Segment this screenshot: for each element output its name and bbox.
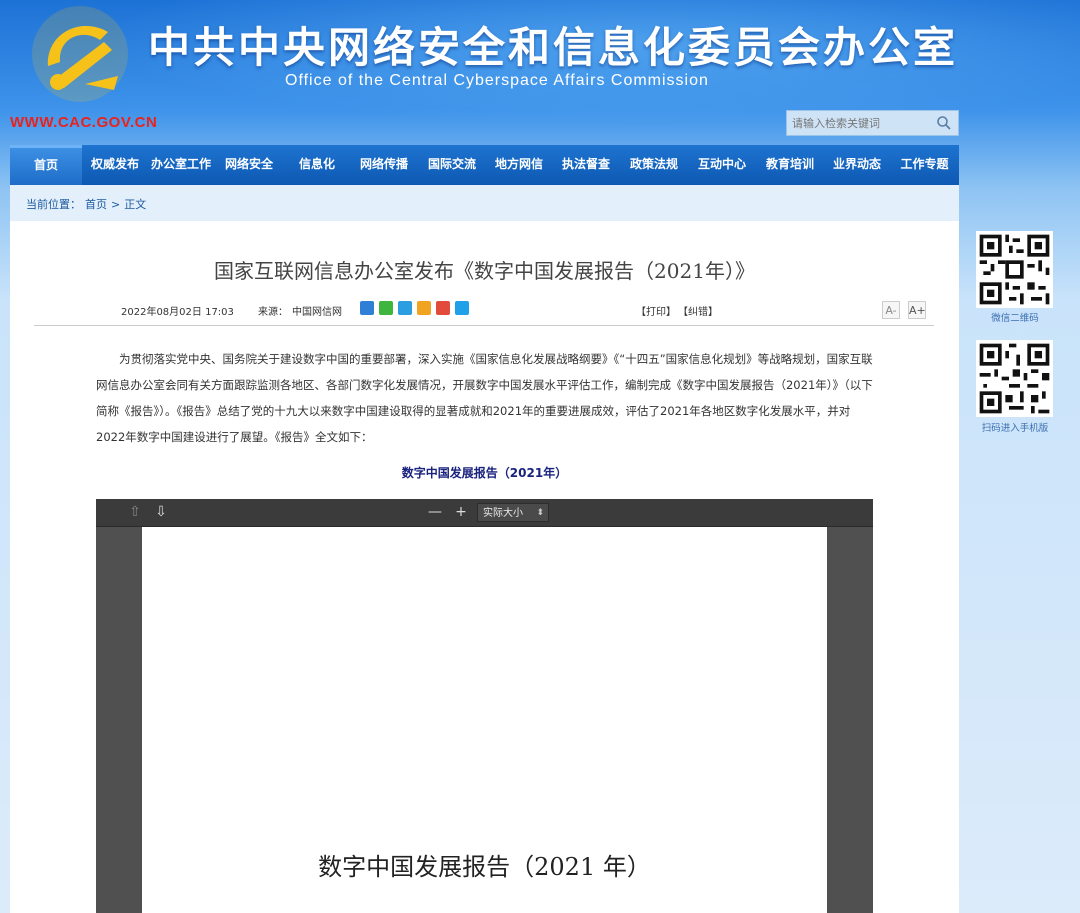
zoom-select-value: 实际大小 xyxy=(483,508,523,519)
breadcrumb-bar: 当前位置： 首页 > 正文 xyxy=(10,185,959,221)
mobile-qr-code xyxy=(976,340,1053,417)
report-subheading: 数字中国发展报告（2021年） xyxy=(401,466,568,480)
font-increase-button[interactable]: A+ xyxy=(908,301,926,319)
pdf-page: 数字中国发展报告（2021 年） xyxy=(142,527,827,913)
nav-item-informatization[interactable]: 信息化 xyxy=(284,145,350,185)
nav-item-enforcement[interactable]: 执法督查 xyxy=(552,145,620,185)
main-nav: 首页 权威发布 办公室工作 网络安全 信息化 网络传播 国际交流 地方网信 执法… xyxy=(10,145,959,185)
share-favorite-icon[interactable] xyxy=(417,301,431,315)
share-wechat-icon[interactable] xyxy=(379,301,393,315)
prev-page-icon[interactable]: ⇧ xyxy=(126,503,144,521)
share-weibo-icon[interactable] xyxy=(436,301,450,315)
nav-item-topics[interactable]: 工作专题 xyxy=(890,145,959,185)
article-body: 为贯彻落实党中央、国务院关于建设数字中国的重要部署，深入实施《国家信息化发展战略… xyxy=(96,352,873,444)
select-arrow-icon: ⬍ xyxy=(536,508,544,518)
breadcrumb-current: 正文 xyxy=(124,198,147,211)
nav-item-international[interactable]: 国际交流 xyxy=(418,145,486,185)
source-label: 来源： xyxy=(258,307,288,318)
nav-item-office-work[interactable]: 办公室工作 xyxy=(148,145,214,185)
share-qq-icon[interactable] xyxy=(455,301,469,315)
site-header: 中共中央网络安全和信息化委员会办公室 Office of the Central… xyxy=(0,0,1080,140)
site-title: 中共中央网络安全和信息化委员会办公室 xyxy=(148,23,959,72)
breadcrumb-prefix: 当前位置： xyxy=(26,198,81,211)
wechat-qr-label: 微信二维码 xyxy=(991,313,1039,324)
mobile-qr-label: 扫码进入手机版 xyxy=(981,423,1049,434)
publish-date: 2022年08月02日 17:03 xyxy=(121,307,234,318)
pdf-toolbar: ⇧ ⇩ — + 实际大小 ⬍ xyxy=(96,499,873,527)
search-box xyxy=(786,110,959,136)
nav-item-industry[interactable]: 业界动态 xyxy=(824,145,890,185)
print-link[interactable]: 【打印】 xyxy=(636,303,676,318)
report-error-link[interactable]: 【纠错】 xyxy=(678,303,718,318)
next-page-icon[interactable]: ⇩ xyxy=(152,503,170,521)
nav-item-education[interactable]: 教育培训 xyxy=(756,145,824,185)
nav-item-policy[interactable]: 政策法规 xyxy=(620,145,688,185)
search-icon[interactable] xyxy=(936,115,952,131)
share-buttons xyxy=(360,301,474,317)
nav-item-authoritative[interactable]: 权威发布 xyxy=(82,145,148,185)
content-panel: 当前位置： 首页 > 正文 国家互联网信息办公室发布《数字中国发展报告（2021年）》… xyxy=(10,185,959,913)
source-name: 中国网信网 xyxy=(292,307,342,318)
zoom-select[interactable]: 实际大小 ⬍ xyxy=(477,503,549,522)
breadcrumb: 当前位置： 首页 > 正文 xyxy=(26,196,150,212)
search-input[interactable] xyxy=(787,111,940,135)
pdf-page-title: 数字中国发展报告（2021 年） xyxy=(318,853,651,881)
font-decrease-button[interactable]: A- xyxy=(882,301,900,319)
share-plus-icon[interactable] xyxy=(360,301,374,315)
breadcrumb-home-link[interactable]: 首页 xyxy=(85,198,107,211)
nav-item-home[interactable]: 首页 xyxy=(10,145,82,185)
nav-item-interaction[interactable]: 互动中心 xyxy=(688,145,756,185)
zoom-out-button[interactable]: — xyxy=(426,503,444,521)
share-qzone-icon[interactable] xyxy=(398,301,412,315)
site-subtitle: Office of the Central Cyberspace Affairs… xyxy=(285,72,709,89)
pdf-viewer: ⇧ ⇩ — + 实际大小 ⬍ 数字中国发展报告（2021 年） xyxy=(96,499,873,913)
nav-item-cybersecurity[interactable]: 网络安全 xyxy=(214,145,284,185)
breadcrumb-separator: > xyxy=(111,198,121,211)
article-title: 国家互联网信息办公室发布《数字中国发展报告（2021年）》 xyxy=(214,259,755,283)
nav-item-communication[interactable]: 网络传播 xyxy=(350,145,418,185)
wechat-qr-code xyxy=(976,231,1053,308)
nav-item-local[interactable]: 地方网信 xyxy=(486,145,552,185)
article-meta: 2022年08月02日 17:03 来源： 中国网信网 【打印】 【纠错】 A-… xyxy=(10,301,959,321)
site-url[interactable]: WWW.CAC.GOV.CN xyxy=(10,114,157,131)
party-emblem-icon[interactable] xyxy=(30,4,130,104)
meta-divider xyxy=(34,325,934,326)
zoom-in-button[interactable]: + xyxy=(452,503,470,521)
